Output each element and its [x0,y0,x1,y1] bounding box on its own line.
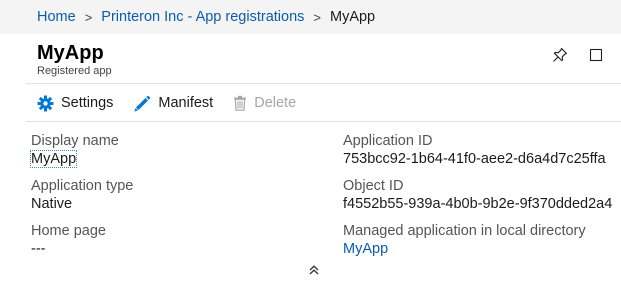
manifest-label: Manifest [158,95,214,111]
application-type-label: Application type [31,178,134,194]
gear-icon [37,95,54,112]
settings-label: Settings [61,95,114,111]
pencil-icon [133,95,151,112]
page-subtitle: Registered app [37,65,112,77]
application-id-field: Application ID 753bcc92-1b64-41f0-aee2-d… [343,133,606,168]
command-bar: Settings Manifest Delete [37,91,316,115]
breadcrumb-current: MyApp [329,9,376,25]
maximize-icon[interactable] [584,44,608,66]
delete-label: Delete [254,95,297,111]
manifest-button[interactable]: Manifest [133,95,213,112]
breadcrumb: Home > Printeron Inc - App registrations… [0,0,621,34]
settings-button[interactable]: Settings [37,95,113,112]
display-name-value[interactable]: MyApp [29,150,78,168]
home-page-label: Home page [31,223,106,239]
managed-application-label: Managed application in local directory [343,223,586,239]
application-type-value: Native [31,196,73,212]
trash-icon [233,95,247,111]
object-id-label: Object ID [343,178,404,194]
breadcrumb-separator: > [313,9,321,25]
toolbar-divider [26,121,621,122]
breadcrumb-home-link[interactable]: Home [37,9,76,25]
header-divider [26,83,621,84]
delete-button[interactable]: Delete [233,95,296,111]
blade-actions [548,44,621,66]
breadcrumb-separator: > [84,9,93,25]
breadcrumb-app-registrations-link[interactable]: Printeron Inc - App registrations [101,9,304,25]
application-type-field: Application type Native [31,178,133,213]
double-chevron-up-icon[interactable] [307,263,321,277]
blade-header: MyApp Registered app [37,41,112,78]
managed-application-link[interactable]: MyApp [343,240,586,258]
display-name-label: Display name [31,133,119,149]
page-title: MyApp [37,42,104,64]
application-id-value[interactable]: 753bcc92-1b64-41f0-aee2-d6a4d7c25ffa [343,150,606,168]
managed-application-field: Managed application in local directory M… [343,223,586,258]
home-page-field: Home page --- [31,223,106,258]
object-id-value[interactable]: f4552b55-939a-4b0b-9b2e-9f370dded2a4 [343,195,612,213]
object-id-field: Object ID f4552b55-939a-4b0b-9b2e-9f370d… [343,178,612,213]
application-id-label: Application ID [343,133,433,149]
home-page-value: --- [31,241,46,257]
display-name-field: Display name MyApp [29,133,119,168]
pin-icon[interactable] [548,44,572,66]
